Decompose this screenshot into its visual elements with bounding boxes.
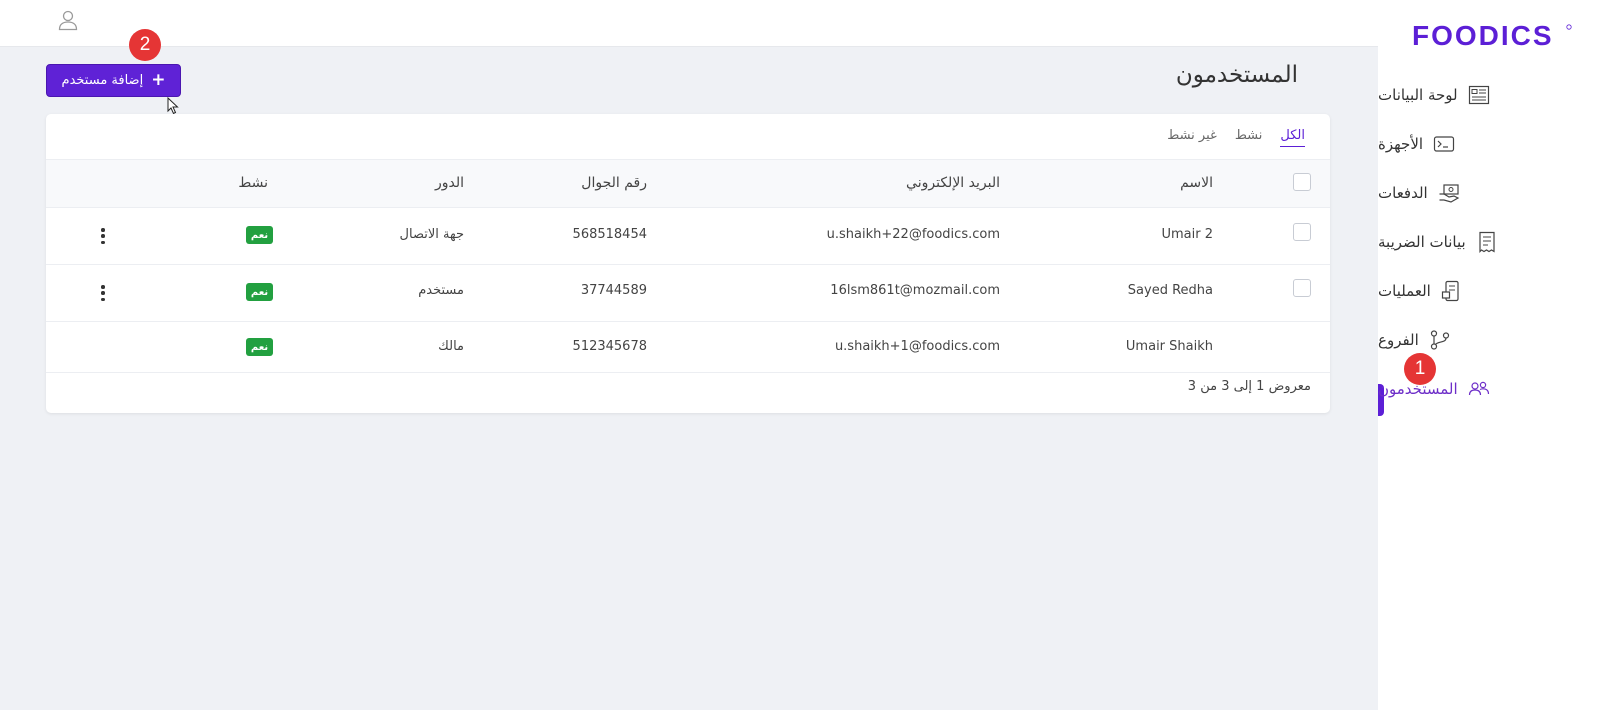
user-phone: 512345678 bbox=[572, 339, 647, 354]
table-row[interactable]: Sayed Redha 16lsm861t@mozmail.com 377445… bbox=[46, 265, 1330, 322]
table-header: الاسم البريد الإلكتروني رقم الجوال الدور… bbox=[46, 159, 1330, 208]
user-profile-icon[interactable] bbox=[57, 9, 79, 31]
select-all-checkbox[interactable] bbox=[1293, 173, 1311, 191]
status-filter-tabs: الكل نشط غير نشط bbox=[1167, 128, 1305, 147]
sidebar-item-dashboard[interactable]: لوحة البيانات bbox=[1378, 75, 1600, 115]
column-header-phone[interactable]: رقم الجوال bbox=[581, 175, 647, 191]
user-role: مستخدم bbox=[418, 283, 464, 298]
annotation-badge-2: 2 bbox=[129, 29, 161, 61]
table-row[interactable]: Umair Shaikh u.shaikh+1@foodics.com 5123… bbox=[46, 322, 1330, 373]
column-header-email[interactable]: البريد الإلكتروني bbox=[906, 175, 1000, 191]
user-role: جهة الاتصال bbox=[399, 227, 464, 242]
user-email: 16lsm861t@mozmail.com bbox=[830, 283, 1000, 298]
column-header-name[interactable]: الاسم bbox=[1180, 175, 1213, 191]
sidebar-item-label: الأجهزة bbox=[1378, 135, 1424, 153]
top-bar bbox=[0, 0, 1378, 47]
table-row[interactable]: Umair 2 u.shaikh+22@foodics.com 56851845… bbox=[46, 208, 1330, 265]
sidebar-item-label: الفروع bbox=[1378, 331, 1419, 349]
active-status-badge: نعم bbox=[246, 226, 273, 244]
tab-all[interactable]: الكل bbox=[1280, 128, 1305, 147]
user-name: Umair 2 bbox=[1161, 227, 1213, 242]
payments-icon bbox=[1438, 182, 1460, 204]
pagination-summary: معروض 1 إلى 3 من 3 bbox=[1187, 379, 1311, 394]
user-phone: 568518454 bbox=[572, 227, 647, 242]
user-email: u.shaikh+1@foodics.com bbox=[834, 339, 1000, 354]
terminal-icon bbox=[1433, 133, 1455, 155]
row-actions-menu-icon[interactable] bbox=[100, 285, 106, 301]
user-name: Umair Shaikh bbox=[1125, 339, 1213, 354]
sidebar-item-operations[interactable]: العمليات bbox=[1378, 271, 1600, 311]
tab-inactive[interactable]: غير نشط bbox=[1167, 128, 1217, 147]
active-status-badge: نعم bbox=[246, 338, 273, 356]
user-name: Sayed Redha bbox=[1127, 283, 1213, 298]
add-user-label: إضافة مستخدم bbox=[61, 73, 144, 88]
plus-icon: + bbox=[151, 70, 166, 90]
users-icon bbox=[1468, 378, 1490, 400]
add-user-button[interactable]: + إضافة مستخدم bbox=[46, 64, 181, 97]
sidebar-item-label: لوحة البيانات bbox=[1378, 86, 1458, 104]
active-status-badge: نعم bbox=[246, 283, 273, 301]
user-role: مالك bbox=[438, 339, 464, 354]
branches-icon bbox=[1429, 329, 1451, 351]
users-table-card: الكل نشط غير نشط الاسم البريد الإلكتروني… bbox=[46, 114, 1330, 413]
sidebar-item-payments[interactable]: الدفعات bbox=[1378, 173, 1600, 213]
column-header-active[interactable]: نشط bbox=[238, 175, 268, 191]
user-phone: 37744589 bbox=[580, 283, 647, 298]
dashboard-icon bbox=[1468, 84, 1490, 106]
operations-icon bbox=[1441, 280, 1463, 302]
foodics-logo[interactable]: FOODICS bbox=[1408, 19, 1573, 51]
page-title: المستخدمون bbox=[1175, 62, 1298, 88]
svg-text:FOODICS: FOODICS bbox=[1412, 20, 1554, 51]
tab-active[interactable]: نشط bbox=[1235, 128, 1263, 147]
row-checkbox[interactable] bbox=[1293, 223, 1311, 241]
mouse-cursor-icon bbox=[167, 97, 179, 115]
user-email: u.shaikh+22@foodics.com bbox=[826, 227, 1000, 242]
sidebar-item-tax-data[interactable]: بيانات الضريبة bbox=[1378, 222, 1600, 262]
sidebar-item-devices[interactable]: الأجهزة bbox=[1378, 124, 1600, 164]
row-actions-menu-icon[interactable] bbox=[100, 228, 106, 244]
annotation-badge-1: 1 bbox=[1404, 353, 1436, 385]
column-header-role[interactable]: الدور bbox=[435, 175, 464, 191]
receipt-icon bbox=[1476, 231, 1498, 253]
sidebar-item-label: الدفعات bbox=[1378, 184, 1428, 202]
sidebar-item-label: بيانات الضريبة bbox=[1378, 233, 1466, 251]
sidebar-item-label: العمليات bbox=[1378, 282, 1431, 300]
row-checkbox[interactable] bbox=[1293, 279, 1311, 297]
